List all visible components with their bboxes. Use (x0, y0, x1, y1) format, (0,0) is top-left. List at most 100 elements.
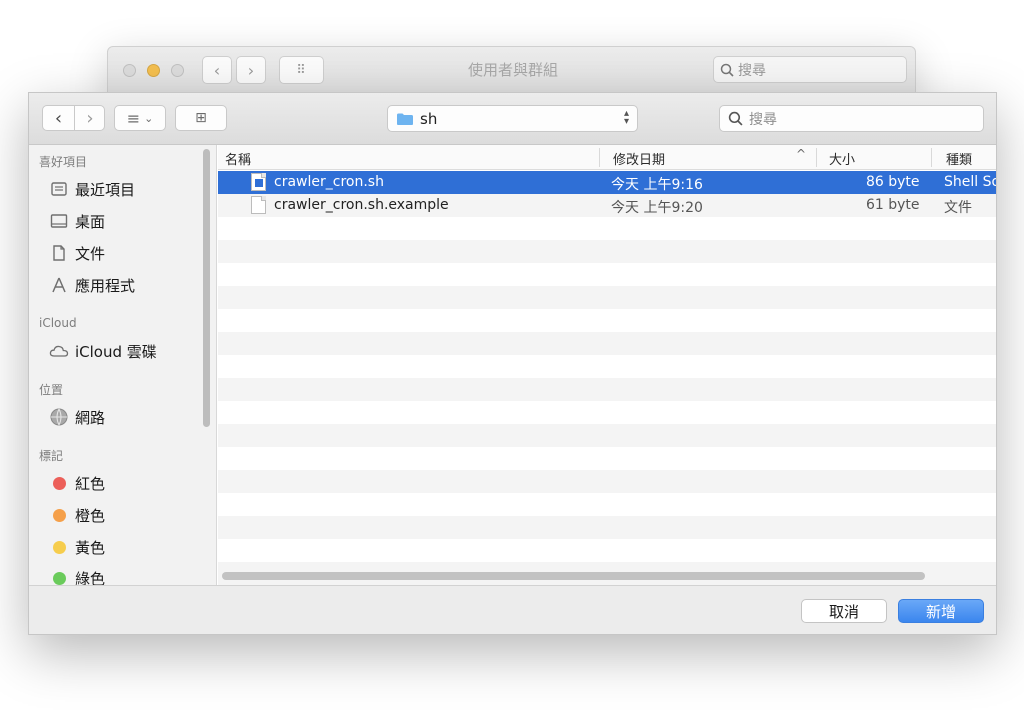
applications-icon (49, 275, 69, 295)
sidebar-header-icloud: iCloud (39, 316, 77, 330)
sidebar-header-locations: 位置 (39, 383, 64, 397)
sidebar-item-label: 橙色 (75, 506, 106, 525)
search-field[interactable]: 搜尋 (719, 105, 984, 132)
new-folder-button[interactable]: ⊞ (175, 105, 227, 131)
save-sheet: ‹ › ≡ ⌄ ⊞ sh ▴ ▾ 搜尋 喜好項目 最近項目 桌面 文件 應用程式… (28, 92, 997, 635)
close-light[interactable] (123, 64, 136, 77)
table-row[interactable]: crawler_cron.sh 今天 上午9:16 86 byte Shell … (218, 171, 996, 194)
file-rows: crawler_cron.sh 今天 上午9:16 86 byte Shell … (218, 171, 996, 585)
sidebar-item-tag-orange[interactable]: 橙色 (49, 503, 105, 527)
file-name: crawler_cron.sh (274, 174, 384, 190)
column-divider (931, 148, 932, 167)
sidebar-header-favorites: 喜好項目 (39, 155, 88, 169)
sidebar-item-applications[interactable]: 應用程式 (49, 273, 135, 297)
sidebar-item-network[interactable]: 網路 (49, 405, 105, 429)
sidebar-header-tags: 標記 (39, 449, 64, 463)
toolbar: ‹ › ≡ ⌄ ⊞ sh ▴ ▾ 搜尋 (29, 93, 996, 145)
chevron-down-icon: ⌄ (144, 111, 154, 125)
empty-row (218, 470, 996, 493)
sidebar-item-label: 應用程式 (75, 276, 136, 295)
sidebar-item-label: 桌面 (75, 212, 106, 231)
bg-search-field[interactable]: 搜尋 (713, 56, 907, 83)
column-date[interactable]: 修改日期 (613, 149, 665, 168)
search-icon (720, 63, 734, 77)
sidebar-item-tag-green[interactable]: 綠色 (49, 566, 105, 585)
sidebar-item-tag-yellow[interactable]: 黃色 (49, 535, 105, 559)
path-label: sh (420, 109, 438, 128)
horizontal-scrollbar[interactable] (222, 572, 925, 580)
column-name[interactable]: 名稱 (225, 149, 251, 168)
bg-window-title: 使用者與群組 (467, 61, 558, 79)
folder-icon (397, 113, 413, 125)
view-options-button[interactable]: ≡ ⌄ (114, 105, 166, 131)
cloud-icon (49, 341, 69, 361)
documents-icon (49, 243, 69, 263)
column-kind[interactable]: 種類 (946, 149, 972, 168)
bg-forward-button[interactable]: › (236, 56, 266, 84)
sidebar-scrollbar[interactable] (203, 149, 210, 427)
cancel-button[interactable]: 取消 (801, 599, 887, 623)
sidebar-item-label: iCloud 雲碟 (75, 342, 157, 361)
sidebar-item-label: 綠色 (75, 569, 106, 586)
column-divider (599, 148, 600, 167)
back-button[interactable]: ‹ (43, 108, 74, 129)
updown-chevron-icon: ▴ ▾ (623, 108, 629, 127)
empty-row (218, 355, 996, 378)
nav-segment: ‹ › (42, 105, 105, 131)
column-header: 名稱 修改日期 ^ 大小 種類 (218, 145, 996, 170)
sidebar-item-documents[interactable]: 文件 (49, 241, 105, 265)
bg-grid-button[interactable]: ⠿ (279, 56, 324, 84)
empty-row (218, 217, 996, 240)
search-icon (728, 111, 743, 126)
column-size[interactable]: 大小 (829, 149, 855, 168)
file-kind: 文件 (944, 200, 972, 216)
zoom-light[interactable] (171, 64, 184, 77)
sidebar: 喜好項目 最近項目 桌面 文件 應用程式 iCloud iCloud 雲碟 位置… (29, 145, 217, 585)
list-view-icon: ≡ (126, 108, 141, 128)
new-folder-icon: ⊞ (195, 110, 207, 126)
empty-row (218, 424, 996, 447)
sidebar-item-label: 紅色 (75, 474, 106, 493)
path-popup[interactable]: sh ▴ ▾ (387, 105, 638, 132)
orange-tag-icon (53, 508, 66, 522)
file-size: 61 byte (866, 197, 920, 213)
empty-row (218, 286, 996, 309)
empty-row (218, 240, 996, 263)
empty-row (218, 309, 996, 332)
sidebar-item-recents[interactable]: 最近項目 (49, 177, 135, 201)
empty-row (218, 516, 996, 539)
empty-row (218, 447, 996, 470)
minimize-light[interactable] (147, 64, 160, 77)
sidebar-item-icloud-drive[interactable]: iCloud 雲碟 (49, 339, 157, 363)
file-date: 今天 上午9:20 (611, 200, 703, 216)
red-tag-icon (53, 476, 66, 490)
empty-row (218, 263, 996, 286)
clock-icon (49, 179, 69, 199)
forward-button[interactable]: › (75, 108, 105, 129)
empty-row (218, 378, 996, 401)
sort-ascending-icon: ^ (796, 147, 807, 161)
sidebar-item-label: 網路 (75, 408, 106, 427)
table-row[interactable]: crawler_cron.sh.example 今天 上午9:20 61 byt… (218, 194, 996, 217)
file-list: 名稱 修改日期 ^ 大小 種類 crawler_cron.sh 今天 上午9:1… (218, 145, 996, 585)
empty-row (218, 332, 996, 355)
sidebar-item-tag-red[interactable]: 紅色 (49, 471, 105, 495)
desktop-icon (49, 211, 69, 231)
column-divider (816, 148, 817, 167)
file-size: 86 byte (866, 174, 920, 190)
yellow-tag-icon (53, 540, 66, 554)
empty-row (218, 539, 996, 562)
button-bar: 取消 新增 (29, 585, 996, 634)
add-button[interactable]: 新增 (898, 599, 984, 623)
green-tag-icon (53, 571, 66, 585)
file-date: 今天 上午9:16 (611, 177, 703, 193)
bg-back-button[interactable]: ‹ (202, 56, 232, 84)
sidebar-item-label: 最近項目 (75, 180, 136, 199)
document-icon (251, 196, 266, 214)
file-name: crawler_cron.sh.example (274, 197, 449, 213)
search-placeholder: 搜尋 (749, 111, 777, 128)
sidebar-item-label: 黃色 (75, 538, 106, 557)
sidebar-item-label: 文件 (75, 244, 106, 263)
bg-search-placeholder: 搜尋 (738, 62, 766, 79)
sidebar-item-desktop[interactable]: 桌面 (49, 209, 105, 233)
